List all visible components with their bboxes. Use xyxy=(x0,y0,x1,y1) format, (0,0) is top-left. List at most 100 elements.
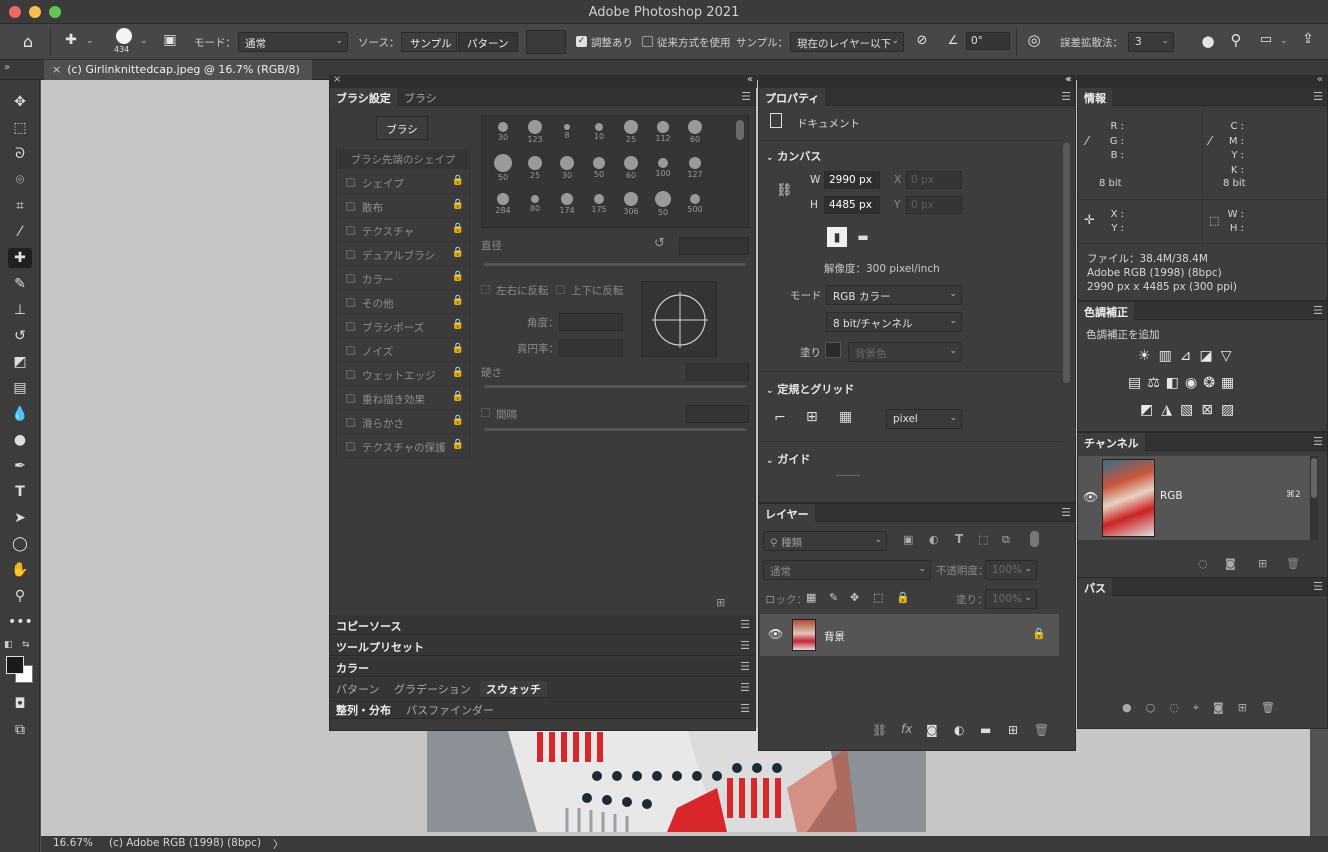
blend-mode-select[interactable]: 通常 ⌄ xyxy=(763,560,931,580)
size-slider[interactable] xyxy=(484,263,746,266)
scrollbar-track[interactable] xyxy=(1310,456,1318,540)
hand-tool-icon[interactable]: ✋ xyxy=(8,560,32,580)
default-colors-icon[interactable]: ◧ xyxy=(4,640,13,650)
type-tool-icon[interactable]: T xyxy=(8,482,32,502)
delete-layer-icon[interactable]: 🗑 xyxy=(1034,723,1049,737)
chevron-down-icon[interactable]: ⌄ xyxy=(86,36,94,46)
ellipse-tool-icon[interactable]: ◯ xyxy=(8,534,32,554)
lock-icon[interactable]: 🔒 xyxy=(452,199,464,210)
learn-icon[interactable]: ● xyxy=(1198,32,1218,50)
swap-colors-icon[interactable]: ⇆ xyxy=(22,640,30,650)
move-tool-icon[interactable]: ✥ xyxy=(8,92,32,112)
brushes-button[interactable]: ブラシ xyxy=(376,116,428,140)
brush-setting-checkbox[interactable] xyxy=(346,178,355,187)
new-brush-icon[interactable]: ⊞ xyxy=(716,596,725,609)
filter-shape-icon[interactable]: ⬚ xyxy=(978,533,988,546)
dodge-tool-icon[interactable]: ● xyxy=(8,430,32,450)
blur-tool-icon[interactable]: 💧 xyxy=(8,404,32,424)
panel-menu-icon[interactable]: ☰ xyxy=(740,639,750,652)
fx-icon[interactable]: fx xyxy=(901,722,912,736)
lock-icon[interactable]: 🔒 xyxy=(452,415,464,426)
new-group-icon[interactable]: ▬ xyxy=(980,723,991,737)
threshold-icon[interactable]: ▧ xyxy=(1180,402,1201,418)
selection-to-path-icon[interactable]: ⌖ xyxy=(1193,701,1213,714)
y-field[interactable]: 0 px xyxy=(906,196,962,214)
panel-grip[interactable]: « « xyxy=(1066,74,1327,88)
invert-icon[interactable]: ◩ xyxy=(1140,402,1161,418)
clone-source-panel[interactable]: コピーソース ☰ xyxy=(330,615,754,635)
tab-layers[interactable]: レイヤー xyxy=(759,504,815,522)
brush-setting-item[interactable]: ウェットエッジ 🔒 xyxy=(338,364,468,386)
legacy-checkbox[interactable] xyxy=(642,36,653,47)
brush-tip[interactable]: 175 xyxy=(584,190,614,224)
lock-icon[interactable]: 🔒 xyxy=(452,295,464,306)
link-layers-icon[interactable]: ⛓ xyxy=(872,723,887,737)
pattern-button[interactable]: パターン xyxy=(458,32,518,52)
scrollbar[interactable] xyxy=(1063,143,1070,383)
save-selection-icon[interactable]: ◙ xyxy=(1225,557,1236,570)
foreground-color-swatch[interactable] xyxy=(6,656,24,674)
brush-setting-checkbox[interactable] xyxy=(346,226,355,235)
landscape-orientation-icon[interactable]: ▬ xyxy=(853,227,873,247)
brush-tip[interactable]: 112 xyxy=(648,118,678,152)
expand-toolbar-icon[interactable]: » xyxy=(4,62,10,73)
lasso-tool-icon[interactable]: ᘐ xyxy=(8,144,32,164)
angle-roundness-preview[interactable] xyxy=(641,281,717,357)
add-mask-icon[interactable]: ◙ xyxy=(1213,701,1238,714)
brush-tip[interactable]: 10 xyxy=(584,118,614,152)
angle-field[interactable]: 0° xyxy=(966,32,1010,50)
brush-setting-checkbox[interactable] xyxy=(346,346,355,355)
panel-menu-icon[interactable]: ☰ xyxy=(1313,304,1323,317)
brush-setting-item[interactable]: 重ね描き効果 🔒 xyxy=(338,388,468,410)
brush-setting-checkbox[interactable] xyxy=(346,298,355,307)
search-icon[interactable]: ⚲ xyxy=(1226,31,1246,49)
crop-tool-icon[interactable]: ⌗ xyxy=(8,196,32,216)
guides-section-toggle[interactable]: ⌄ ガイド xyxy=(766,451,810,467)
fill-select[interactable]: 背景色 ⌄ xyxy=(848,342,962,362)
panel-menu-icon[interactable]: ☰ xyxy=(740,660,750,673)
new-layer-icon[interactable]: ⊞ xyxy=(1008,723,1018,737)
quick-selection-tool-icon[interactable]: ⌾ xyxy=(8,170,32,190)
spacing-input[interactable] xyxy=(686,405,749,423)
fill-field[interactable]: 100% ⌄ xyxy=(985,589,1037,609)
lock-icon[interactable]: 🔒 xyxy=(452,343,464,354)
gradient-tool-icon[interactable]: ▤ xyxy=(8,378,32,398)
hardness-input[interactable] xyxy=(686,363,749,381)
lock-icon[interactable]: 🔒 xyxy=(452,223,464,234)
gradient-map-icon[interactable]: ▨ xyxy=(1221,402,1242,418)
lock-icon[interactable]: 🔒 xyxy=(452,175,464,186)
width-field[interactable]: 2990 px xyxy=(824,171,880,189)
brush-setting-checkbox[interactable] xyxy=(346,442,355,451)
collapse-icon[interactable]: « xyxy=(1066,74,1072,85)
brush-setting-item[interactable]: 滑らかさ 🔒 xyxy=(338,412,468,434)
brush-setting-checkbox[interactable] xyxy=(346,250,355,259)
hue-saturation-icon[interactable]: ▤ xyxy=(1128,375,1147,391)
panel-menu-icon[interactable]: ☰ xyxy=(740,702,750,715)
color-tab[interactable]: カラー xyxy=(336,660,369,676)
brush-tip[interactable]: 80 xyxy=(520,190,550,224)
spacing-checkbox[interactable] xyxy=(481,408,490,417)
brush-setting-item[interactable]: ノイズ 🔒 xyxy=(338,340,468,362)
bit-depth-select[interactable]: 8 bit/チャンネル ⌄ xyxy=(826,312,962,332)
lock-icon[interactable]: 🔒 xyxy=(452,247,464,258)
quick-mask-icon[interactable]: ◘ xyxy=(8,694,32,714)
scrollbar[interactable] xyxy=(736,120,744,140)
brush-tip[interactable]: 500 xyxy=(680,190,710,224)
filter-adjustment-icon[interactable]: ◐ xyxy=(929,533,939,546)
panel-menu-icon[interactable]: ☰ xyxy=(1313,90,1323,103)
tab-adjustments[interactable]: 色調補正 xyxy=(1078,302,1134,320)
brush-setting-item[interactable]: シェイプ 🔒 xyxy=(338,172,468,194)
opacity-field[interactable]: 100% ⌄ xyxy=(985,560,1037,580)
diffusion-select[interactable]: 3 ⌄ xyxy=(1128,32,1174,52)
portrait-orientation-icon[interactable]: ▮ xyxy=(827,227,847,247)
brightness-contrast-icon[interactable]: ☀ xyxy=(1138,348,1159,364)
home-icon[interactable]: ⌂ xyxy=(18,32,38,51)
lock-icon[interactable]: 🔒 xyxy=(452,367,464,378)
angle-input[interactable] xyxy=(559,313,623,331)
workspace-icon[interactable]: ▭ xyxy=(1256,32,1276,47)
gradients-tab[interactable]: グラデーション xyxy=(394,681,471,697)
rgb-eyedropper-icon[interactable]: ⁄ xyxy=(1086,134,1088,148)
pen-tool-icon[interactable]: ✒ xyxy=(8,456,32,476)
grid-icon[interactable]: ⊞ xyxy=(806,409,818,425)
tool-presets-tab[interactable]: ツールプリセット xyxy=(336,639,424,655)
